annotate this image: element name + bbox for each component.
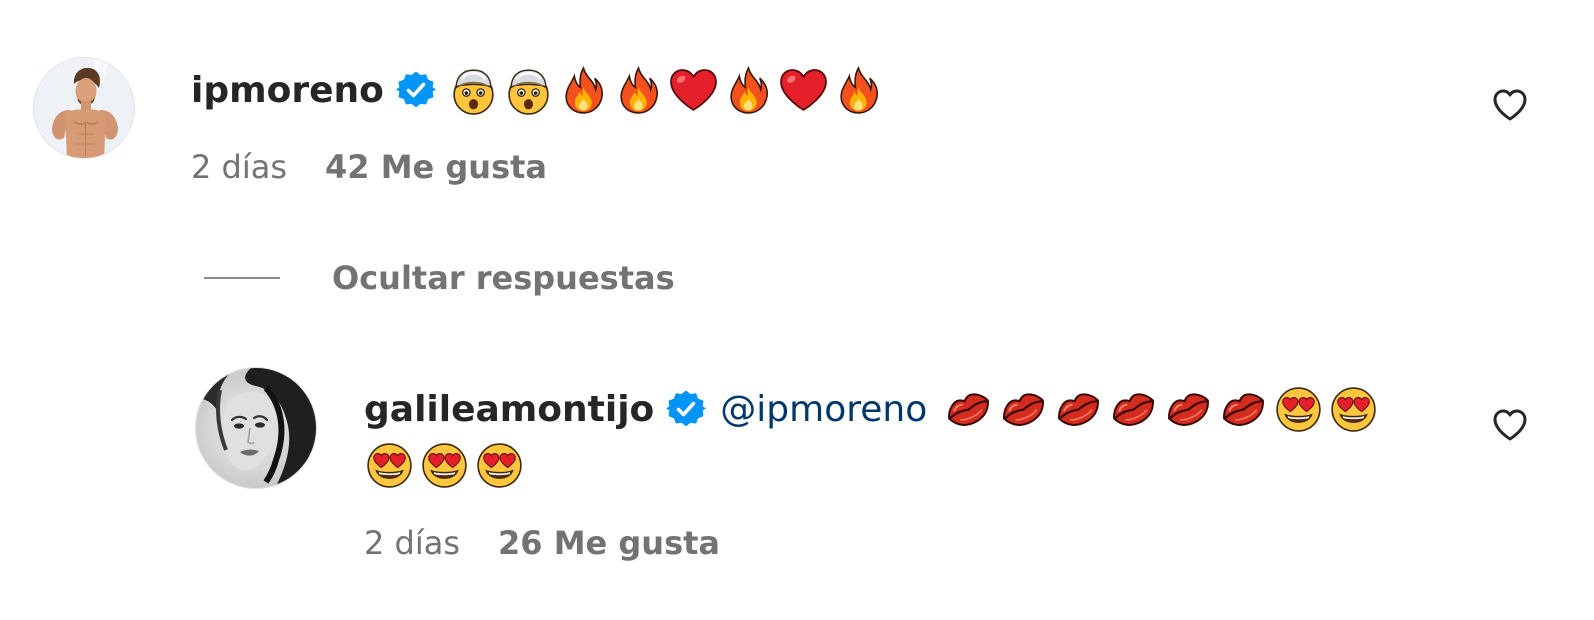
heart-eyes-emoji bbox=[474, 440, 525, 491]
fire-emoji bbox=[613, 65, 664, 116]
kiss-mark-emoji bbox=[1108, 384, 1159, 435]
reply-avatar[interactable] bbox=[195, 367, 317, 489]
comment-likes-count[interactable]: 42 Me gusta bbox=[325, 148, 547, 186]
kiss-mark-emoji bbox=[943, 384, 994, 435]
red-heart-emoji bbox=[778, 65, 829, 116]
reply-likes-count[interactable]: 26 Me gusta bbox=[498, 524, 720, 562]
heart-eyes-emoji bbox=[1273, 384, 1324, 435]
like-heart-icon[interactable] bbox=[1490, 405, 1530, 445]
kiss-mark-emoji bbox=[1218, 384, 1269, 435]
exploding-head-emoji bbox=[448, 65, 499, 116]
verified-badge-icon bbox=[396, 70, 436, 110]
hide-replies-button[interactable]: Ocultar respuestas bbox=[204, 255, 675, 301]
comment-meta: 2 días 42 Me gusta bbox=[191, 145, 547, 189]
fire-emoji bbox=[833, 65, 884, 116]
kiss-mark-emoji bbox=[998, 384, 1049, 435]
heart-eyes-emoji bbox=[364, 440, 415, 491]
divider-line bbox=[204, 277, 280, 279]
comment-text bbox=[448, 65, 888, 116]
mention-link[interactable]: @ipmoreno bbox=[720, 389, 927, 430]
fire-emoji bbox=[558, 65, 609, 116]
heart-eyes-emoji bbox=[1328, 384, 1379, 435]
heart-eyes-emoji bbox=[419, 440, 470, 491]
fire-emoji bbox=[723, 65, 774, 116]
like-heart-icon[interactable] bbox=[1490, 85, 1530, 125]
hide-replies-label[interactable]: Ocultar respuestas bbox=[332, 259, 675, 297]
comment-username[interactable]: ipmoreno bbox=[191, 70, 384, 111]
red-heart-emoji bbox=[668, 65, 719, 116]
avatar[interactable] bbox=[33, 57, 135, 159]
reply-username[interactable]: galileamontijo bbox=[364, 389, 654, 430]
reply-meta: 2 días 26 Me gusta bbox=[364, 521, 720, 565]
exploding-head-emoji bbox=[503, 65, 554, 116]
comment-timestamp[interactable]: 2 días bbox=[191, 148, 287, 186]
kiss-mark-emoji bbox=[1053, 384, 1104, 435]
kiss-mark-emoji bbox=[1163, 384, 1214, 435]
reply-text-line2 bbox=[364, 437, 529, 493]
reply-text-line1 bbox=[943, 384, 1383, 435]
reply-timestamp[interactable]: 2 días bbox=[364, 524, 460, 562]
verified-badge-icon bbox=[666, 389, 706, 429]
